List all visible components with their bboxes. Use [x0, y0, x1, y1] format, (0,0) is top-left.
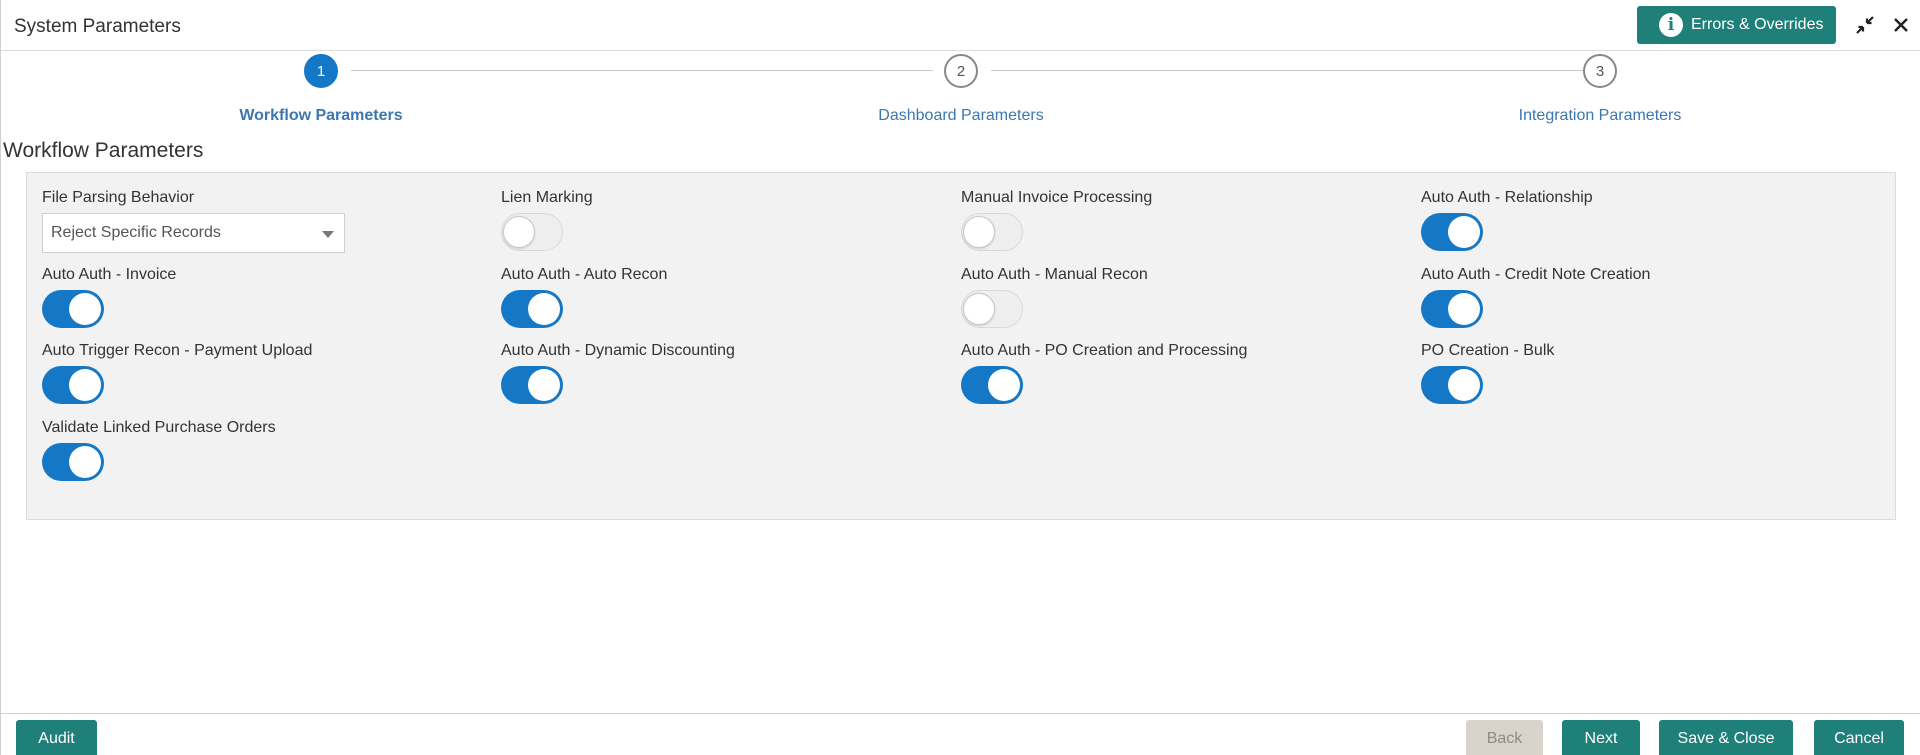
po-creation-bulk-toggle[interactable]: [1421, 366, 1483, 404]
section-title: Workflow Parameters: [3, 139, 204, 162]
file-parsing-label: File Parsing Behavior: [42, 189, 195, 206]
toggle-knob: [963, 293, 995, 325]
close-icon[interactable]: [1888, 12, 1914, 38]
file-parsing-select[interactable]: Reject Specific Records: [42, 213, 345, 253]
toggle-knob: [1448, 293, 1480, 325]
auto-auth-dynamic-discounting-toggle[interactable]: [501, 366, 563, 404]
toggle-label: Auto Auth - PO Creation and Processing: [961, 342, 1248, 359]
toggle-label: Manual Invoice Processing: [961, 189, 1153, 206]
errors-overrides-label: Errors & Overrides: [1691, 16, 1824, 33]
step-1-label[interactable]: Workflow Parameters: [239, 107, 402, 125]
system-parameters-window: System Parameters i Errors & Overrides 1…: [0, 0, 1920, 755]
info-icon: i: [1659, 13, 1683, 37]
file-parsing-field: File Parsing Behavior: [42, 189, 194, 207]
toggle-knob: [528, 293, 560, 325]
toggle-knob: [503, 216, 535, 248]
auto-trigger-recon-payment-upload-toggle[interactable]: [42, 366, 104, 404]
toggle-label: Auto Auth - Auto Recon: [501, 266, 668, 283]
toggle-knob: [1448, 216, 1480, 248]
toggle-knob: [528, 369, 560, 401]
back-button[interactable]: Back: [1466, 720, 1543, 755]
chevron-down-icon: [322, 231, 334, 238]
workflow-parameters-panel: File Parsing Behavior Reject Specific Re…: [26, 172, 1896, 520]
minimize-icon[interactable]: [1852, 12, 1878, 38]
toggle-knob: [69, 369, 101, 401]
step-3-label[interactable]: Integration Parameters: [1519, 107, 1682, 125]
lien-marking-toggle[interactable]: [501, 213, 563, 251]
toggle-label: Lien Marking: [501, 189, 593, 206]
toggle-label: Auto Auth - Manual Recon: [961, 266, 1148, 283]
save-close-button[interactable]: Save & Close: [1659, 720, 1793, 755]
toggle-label: Auto Auth - Dynamic Discounting: [501, 342, 735, 359]
toggle-knob: [69, 446, 101, 478]
step-2-label[interactable]: Dashboard Parameters: [878, 107, 1043, 125]
toggle-label: PO Creation - Bulk: [1421, 342, 1555, 359]
errors-overrides-button[interactable]: i Errors & Overrides: [1637, 6, 1836, 44]
toggle-label: Auto Auth - Relationship: [1421, 189, 1593, 206]
toggle-label: Auto Auth - Credit Note Creation: [1421, 266, 1651, 283]
validate-linked-purchase-orders-toggle[interactable]: [42, 443, 104, 481]
toggle-label: Auto Trigger Recon - Payment Upload: [42, 342, 313, 359]
step-3-circle[interactable]: 3: [1583, 54, 1617, 88]
toggle-knob: [1448, 369, 1480, 401]
toggle-knob: [963, 216, 995, 248]
auto-auth-manual-recon-toggle[interactable]: [961, 290, 1023, 328]
audit-button[interactable]: Audit: [16, 720, 97, 755]
auto-auth-invoice-toggle[interactable]: [42, 290, 104, 328]
cancel-button[interactable]: Cancel: [1814, 720, 1904, 755]
auto-auth-po-creation-processing-toggle[interactable]: [961, 366, 1023, 404]
toggle-label: Auto Auth - Invoice: [42, 266, 177, 283]
auto-auth-credit-note-creation-toggle[interactable]: [1421, 290, 1483, 328]
toggle-knob: [69, 293, 101, 325]
step-connector: [991, 70, 1583, 71]
window-title: System Parameters: [14, 16, 181, 37]
step-1-circle[interactable]: 1: [304, 54, 338, 88]
toggle-knob: [988, 369, 1020, 401]
toggle-label: Validate Linked Purchase Orders: [42, 419, 276, 436]
step-connector: [351, 70, 933, 71]
manual-invoice-processing-toggle[interactable]: [961, 213, 1023, 251]
auto-auth-relationship-toggle[interactable]: [1421, 213, 1483, 251]
next-button[interactable]: Next: [1562, 720, 1640, 755]
footer-divider: [1, 713, 1920, 714]
auto-auth-auto-recon-toggle[interactable]: [501, 290, 563, 328]
file-parsing-value: Reject Specific Records: [51, 224, 221, 241]
step-2-circle[interactable]: 2: [944, 54, 978, 88]
window-header: System Parameters i Errors & Overrides: [1, 0, 1920, 51]
